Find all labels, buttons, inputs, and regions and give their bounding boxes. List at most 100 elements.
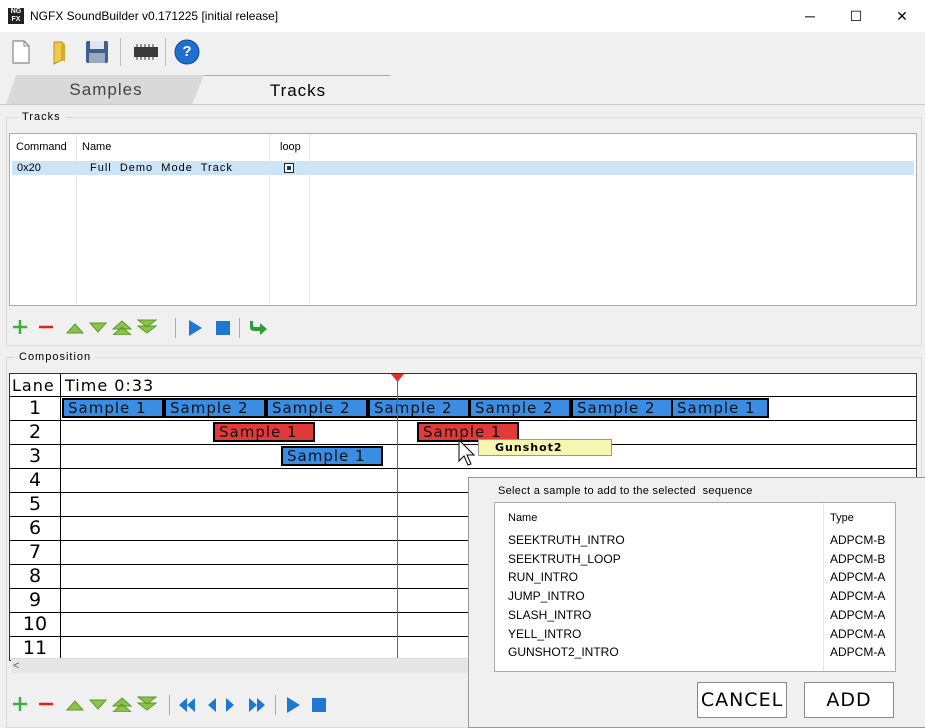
column-divider [823, 503, 824, 671]
sample-block[interactable]: Sample 1 [281, 446, 383, 466]
sample-type: ADPCM-A [830, 607, 886, 622]
column-header-type[interactable]: Type [830, 512, 854, 524]
add-button[interactable]: ADD [804, 682, 894, 718]
sample-block[interactable]: Sample 2 [571, 398, 673, 418]
move-bottom-icon[interactable] [137, 319, 157, 335]
chip-icon[interactable] [131, 38, 159, 66]
composition-group-label: Composition [15, 351, 96, 363]
sample-name[interactable]: GUNSHOT2_INTRO [508, 645, 619, 659]
lane-number: 5 [28, 493, 42, 515]
stop-icon[interactable] [215, 320, 231, 336]
move-top-icon[interactable] [112, 319, 132, 335]
fast-forward-icon[interactable] [248, 696, 266, 714]
play-icon[interactable] [285, 696, 301, 714]
move-up-icon[interactable] [66, 697, 84, 711]
column-divider [309, 134, 310, 305]
playhead-marker-icon[interactable] [391, 374, 404, 382]
move-up-icon[interactable] [66, 320, 84, 334]
add-track-icon[interactable] [11, 318, 29, 336]
tab-tracks[interactable]: Tracks [192, 75, 404, 105]
lane-separator [10, 396, 916, 397]
toolbar-separator [175, 318, 176, 338]
play-icon[interactable] [187, 319, 203, 337]
column-header-loop[interactable]: loop [280, 141, 301, 153]
column-header-command[interactable]: Command [16, 141, 67, 153]
toolbar-separator [275, 695, 276, 715]
column-header-name[interactable]: Name [82, 141, 111, 153]
sample-name[interactable]: SLASH_INTRO [508, 608, 591, 622]
horizontal-scrollbar[interactable]: < [11, 659, 468, 673]
lane-header: Lane [12, 376, 55, 395]
sample-block[interactable]: Sample 2 [469, 398, 571, 418]
track-name: Full Demo Mode Track [90, 162, 233, 174]
sample-type: ADPCM-B [830, 551, 886, 566]
lane-number: 9 [28, 589, 42, 611]
loop-checkbox[interactable] [284, 163, 294, 173]
tracks-group-label: Tracks [18, 111, 65, 123]
lane-separator [10, 420, 916, 421]
scroll-left-button[interactable]: < [13, 659, 19, 673]
tab-divider [0, 104, 925, 105]
lane-number: 8 [28, 565, 42, 587]
cancel-button[interactable]: CANCEL [697, 682, 787, 718]
close-button[interactable]: ✕ [879, 0, 925, 32]
stop-icon[interactable] [311, 697, 327, 713]
lane-number: 3 [28, 445, 42, 467]
open-folder-icon[interactable] [45, 38, 73, 66]
title-bar: NG FX NGFX SoundBuilder v0.171225 [initi… [0, 0, 925, 32]
sample-block[interactable]: Sample 1 [62, 398, 164, 418]
help-glyph: ? [182, 43, 192, 60]
add-lane-icon[interactable] [11, 695, 29, 713]
mouse-cursor-icon [458, 439, 476, 466]
tracks-table[interactable]: Command Name loop 0x20 Full Demo Mode Tr… [9, 133, 917, 306]
toolbar-separator [120, 38, 121, 66]
export-arrow-icon[interactable] [248, 319, 268, 337]
move-down-icon[interactable] [89, 320, 107, 334]
playhead-line[interactable] [397, 374, 398, 660]
remove-lane-icon[interactable] [37, 695, 55, 713]
sample-block[interactable]: Sample 2 [266, 398, 368, 418]
sample-block[interactable]: Sample 1 [671, 398, 769, 418]
toolbar-separator [169, 695, 170, 715]
drag-tooltip-label: Gunshot2 [495, 441, 563, 454]
sample-name[interactable]: JUMP_INTRO [508, 589, 585, 603]
help-icon[interactable]: ? [173, 38, 201, 66]
window-title: NGFX SoundBuilder v0.171225 [initial rel… [30, 9, 279, 23]
rewind-icon[interactable] [178, 696, 196, 714]
sample-type: ADPCM-B [830, 533, 886, 547]
move-top-icon[interactable] [112, 696, 132, 712]
lane-number: 11 [22, 637, 48, 659]
step-back-icon[interactable] [206, 696, 218, 714]
sample-list[interactable]: Name Type SEEKTRUTH_INTRO ADPCM-B SEEKTRUT… [494, 502, 896, 672]
remove-track-icon[interactable] [37, 318, 55, 336]
sample-name[interactable]: SEEKTRUTH_INTRO [508, 533, 625, 547]
sample-block[interactable]: Sample 2 [164, 398, 266, 418]
tab-samples[interactable]: Samples [6, 75, 206, 104]
sample-name[interactable]: RUN_INTRO [508, 570, 578, 584]
column-header-name[interactable]: Name [508, 512, 537, 524]
move-down-icon[interactable] [89, 697, 107, 711]
maximize-button[interactable]: ☐ [833, 0, 879, 32]
time-label: Time 0:33 [65, 376, 155, 395]
sample-type: ADPCM-A [830, 589, 886, 604]
toolbar-separator [239, 318, 240, 338]
step-forward-icon[interactable] [224, 696, 236, 714]
lane-divider [60, 374, 61, 660]
table-row[interactable]: 0x20 Full Demo Mode Track [12, 161, 914, 175]
minimize-button[interactable]: ─ [787, 0, 833, 32]
loop-check-mark [287, 166, 291, 170]
new-file-icon[interactable] [7, 38, 35, 66]
sample-type: ADPCM-A [830, 570, 886, 585]
sample-name[interactable]: SEEKTRUTH_LOOP [508, 552, 621, 566]
lane-number: 7 [28, 541, 42, 563]
track-command: 0x20 [17, 162, 41, 174]
sample-name[interactable]: YELL_INTRO [508, 627, 581, 641]
sample-block[interactable]: Sample 1 [213, 422, 315, 442]
sample-block[interactable]: Sample 2 [368, 398, 470, 418]
lane-number: 2 [28, 421, 42, 443]
lane-number: 4 [28, 469, 42, 491]
save-icon[interactable] [83, 38, 111, 66]
move-bottom-icon[interactable] [137, 696, 157, 712]
toolbar-separator [165, 38, 166, 66]
lane-number: 10 [22, 613, 48, 635]
